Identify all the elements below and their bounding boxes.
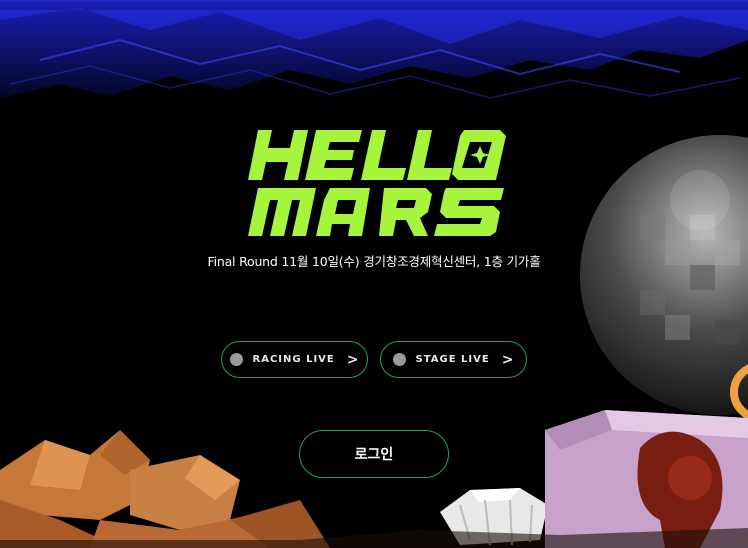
login-button[interactable]: 로그인	[299, 430, 449, 478]
orange-rocks	[0, 430, 330, 548]
lilac-box-object	[545, 410, 748, 548]
sky-rock-texture	[0, 0, 748, 99]
status-dot-icon	[229, 353, 243, 366]
racing-live-label: RACING LIVE	[252, 354, 335, 365]
chevron-right-icon: >	[501, 351, 515, 368]
stage-live-button[interactable]: STAGE LIVE >	[380, 341, 527, 378]
login-label: 로그인	[354, 447, 394, 463]
status-dot-icon	[392, 353, 406, 366]
logo-mars-word	[248, 188, 504, 236]
hello-mars-logo	[248, 130, 506, 236]
chevron-right-icon: >	[346, 351, 360, 368]
event-subtitle: Final Round 11월 10일(수) 경기창조경제혁신센터, 1층 기가…	[207, 254, 541, 269]
stage-live-label: STAGE LIVE	[415, 354, 490, 365]
racing-live-button[interactable]: RACING LIVE >	[221, 341, 368, 378]
logo-hello-word	[248, 130, 506, 180]
